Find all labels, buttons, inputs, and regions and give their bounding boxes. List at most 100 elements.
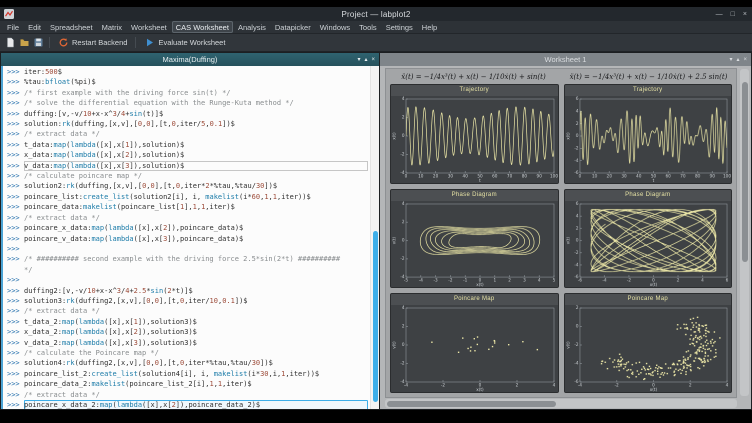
console-line: >>>poincare_list:create_list(solution2[i…	[7, 192, 368, 202]
console-scrollbar[interactable]	[370, 66, 379, 409]
plot-title: Poincare Map	[565, 294, 732, 305]
menu-help[interactable]: Help	[418, 21, 441, 33]
worksheet-vscrollbar[interactable]	[740, 69, 749, 396]
console-line: >>>poincare_x_data_2:map(lambda([x],x[2]…	[7, 400, 368, 409]
labplot-app-icon	[4, 9, 14, 19]
console-line: >>>poincare_data_2:makelist(poincare_lis…	[7, 379, 368, 389]
console-line: >>>x_data_2:map(lambda([x],x[2]),solutio…	[7, 327, 368, 337]
console-prompt: >>>	[7, 286, 24, 296]
menu-datapicker[interactable]: Datapicker	[271, 21, 315, 33]
console-prompt: >>>	[7, 338, 24, 348]
console-prompt: >>>	[7, 109, 24, 119]
console-prompt: >>>	[7, 223, 24, 233]
shade-icon[interactable]: ▾	[357, 56, 360, 63]
plot-title: Phase Diagram	[565, 190, 732, 201]
plot-poincare-map-1[interactable]: Poincare Map	[390, 293, 559, 393]
console-line: >>>/* calculate poincare map */	[7, 171, 368, 181]
console-line: >>>duffing2:[v,-v/10+x-x^3/4+2.5*sin(2*t…	[7, 286, 368, 296]
cas-subwindow-titlebar[interactable]: Maxima(Duffing) ▾ ▴ ×	[1, 53, 379, 66]
evaluate-worksheet-button[interactable]: Evaluate Worksheet	[141, 36, 228, 49]
plot-phase-diagram-2[interactable]: Phase Diagram	[564, 189, 733, 289]
menu-tools[interactable]: Tools	[355, 21, 381, 33]
plot-trajectory-2[interactable]: Trajectory	[564, 84, 733, 184]
plot-poincare-map-2[interactable]: Poincare Map	[564, 293, 733, 393]
save-project-icon[interactable]	[33, 37, 44, 48]
menu-file[interactable]: File	[3, 21, 23, 33]
worksheet-subwindow: Worksheet 1 ▾ ▴ × ẍ(t) = −1/4x³(t) + x(t…	[380, 52, 752, 410]
toolbar-separator	[49, 37, 50, 48]
console-command: /* ########## second example with the dr…	[24, 254, 368, 264]
console-prompt: >>>	[7, 150, 24, 160]
worksheet-hscrollbar-thumb[interactable]	[387, 401, 556, 407]
console-command-selected: poincare_x_data_2:map(lambda([x],x[2]),p…	[24, 400, 368, 409]
letterbox-top	[0, 0, 752, 7]
maximize-icon[interactable]: □	[731, 11, 735, 18]
console-prompt: >>>	[7, 202, 24, 212]
mdi-area: Maxima(Duffing) ▾ ▴ × >>>iter:500$>>>%ta…	[0, 52, 752, 410]
new-document-icon[interactable]	[5, 37, 16, 48]
console-line: >>>poincare_v_data:map(lambda([x],x[3]),…	[7, 234, 368, 244]
console-prompt: >>>	[7, 140, 24, 150]
cas-subwindow-title: Maxima(Duffing)	[1, 55, 379, 64]
console-command: solution3:rk(duffing2,[x,v],[0,0],[t,0,i…	[24, 296, 368, 306]
console-prompt: >>>	[7, 192, 24, 202]
window-controls: — □ ×	[716, 7, 747, 21]
console-prompt: >>>	[7, 67, 24, 77]
menu-settings[interactable]: Settings	[382, 21, 417, 33]
console-prompt: >>>	[7, 88, 24, 98]
window-titlebar[interactable]: Project — labplot2 — □ ×	[0, 7, 752, 21]
console-line: >>>	[7, 275, 368, 285]
worksheet-view: ẍ(t) = −1/4x³(t) + x(t) − 1/10ẋ(t) + sin…	[380, 66, 751, 409]
plot-trajectory-1[interactable]: Trajectory	[390, 84, 559, 184]
shade-icon[interactable]: ▾	[729, 56, 732, 63]
menu-cas-worksheet[interactable]: CAS Worksheet	[172, 21, 233, 33]
menu-edit[interactable]: Edit	[24, 21, 45, 33]
close-icon[interactable]: ×	[743, 57, 747, 63]
plot-area	[391, 305, 558, 392]
run-icon	[144, 37, 155, 48]
worksheet-canvas[interactable]: ẍ(t) = −1/4x³(t) + x(t) − 1/10ẋ(t) + sin…	[385, 68, 737, 398]
console-command: /* calculate poincare map */	[24, 171, 368, 181]
console-command: duffing:[v,-v/10+x-x^3/4+sin(t)]$	[24, 109, 368, 119]
console-prompt: >>>	[7, 119, 24, 129]
menu-spreadsheet[interactable]: Spreadsheet	[46, 21, 97, 33]
console-prompt: >>>	[7, 400, 24, 409]
console-command: poincare_list:create_list(solution2[i], …	[24, 192, 368, 202]
restart-backend-button[interactable]: Restart Backend	[55, 36, 130, 49]
plot-phase-diagram-1[interactable]: Phase Diagram	[390, 189, 559, 289]
toolbar-separator	[135, 37, 136, 48]
close-icon[interactable]: ×	[371, 57, 375, 63]
console-prompt: >>>	[7, 244, 24, 254]
maxima-console[interactable]: >>>iter:500$>>>%tau:bfloat(%pi)$>>>/* fi…	[3, 66, 370, 409]
worksheet-vscrollbar-thumb[interactable]	[742, 82, 748, 262]
menu-worksheet[interactable]: Worksheet	[127, 21, 171, 33]
menu-windows[interactable]: Windows	[316, 21, 354, 33]
maxima-console-wrap: >>>iter:500$>>>%tau:bfloat(%pi)$>>>/* fi…	[1, 66, 379, 409]
plot-title: Trajectory	[391, 85, 558, 96]
console-scrollbar-thumb[interactable]	[373, 231, 378, 403]
worksheet-hscrollbar[interactable]	[385, 399, 737, 408]
restore-icon[interactable]: ▴	[736, 56, 739, 63]
menu-analysis[interactable]: Analysis	[234, 21, 270, 33]
open-project-icon[interactable]	[19, 37, 30, 48]
worksheet-column-titles: ẍ(t) = −1/4x³(t) + x(t) − 1/10ẋ(t) + sin…	[386, 69, 736, 84]
evaluate-worksheet-label: Evaluate Worksheet	[158, 38, 225, 47]
equation-title-2: ẍ(t) = −1/4x³(t) + x(t) − 1/10ẋ(t) + 2.5…	[561, 69, 736, 84]
console-line: >>>t_data_2:map(lambda([x],x[1]),solutio…	[7, 317, 368, 327]
menu-matrix[interactable]: Matrix	[98, 21, 126, 33]
console-prompt: >>>	[7, 254, 24, 264]
console-prompt: >>>	[7, 306, 24, 316]
console-line: >>>/* extract data */	[7, 129, 368, 139]
console-prompt: >>>	[7, 129, 24, 139]
plot-title: Poincare Map	[391, 294, 558, 305]
worksheet-subwindow-titlebar[interactable]: Worksheet 1 ▾ ▴ ×	[380, 53, 751, 66]
console-prompt: >>>	[7, 390, 24, 400]
console-line: >>>v_data:map(lambda([x],x[3]),solution)…	[7, 161, 368, 171]
close-icon[interactable]: ×	[743, 11, 747, 18]
labplot-main-window: Project — labplot2 — □ × FileEditSpreads…	[0, 7, 752, 410]
restore-icon[interactable]: ▴	[364, 56, 367, 63]
console-command: x_data_2:map(lambda([x],x[2]),solution3)…	[24, 327, 368, 337]
console-prompt: >>>	[7, 98, 24, 108]
minimize-icon[interactable]: —	[716, 11, 723, 18]
plot-area	[391, 201, 558, 288]
